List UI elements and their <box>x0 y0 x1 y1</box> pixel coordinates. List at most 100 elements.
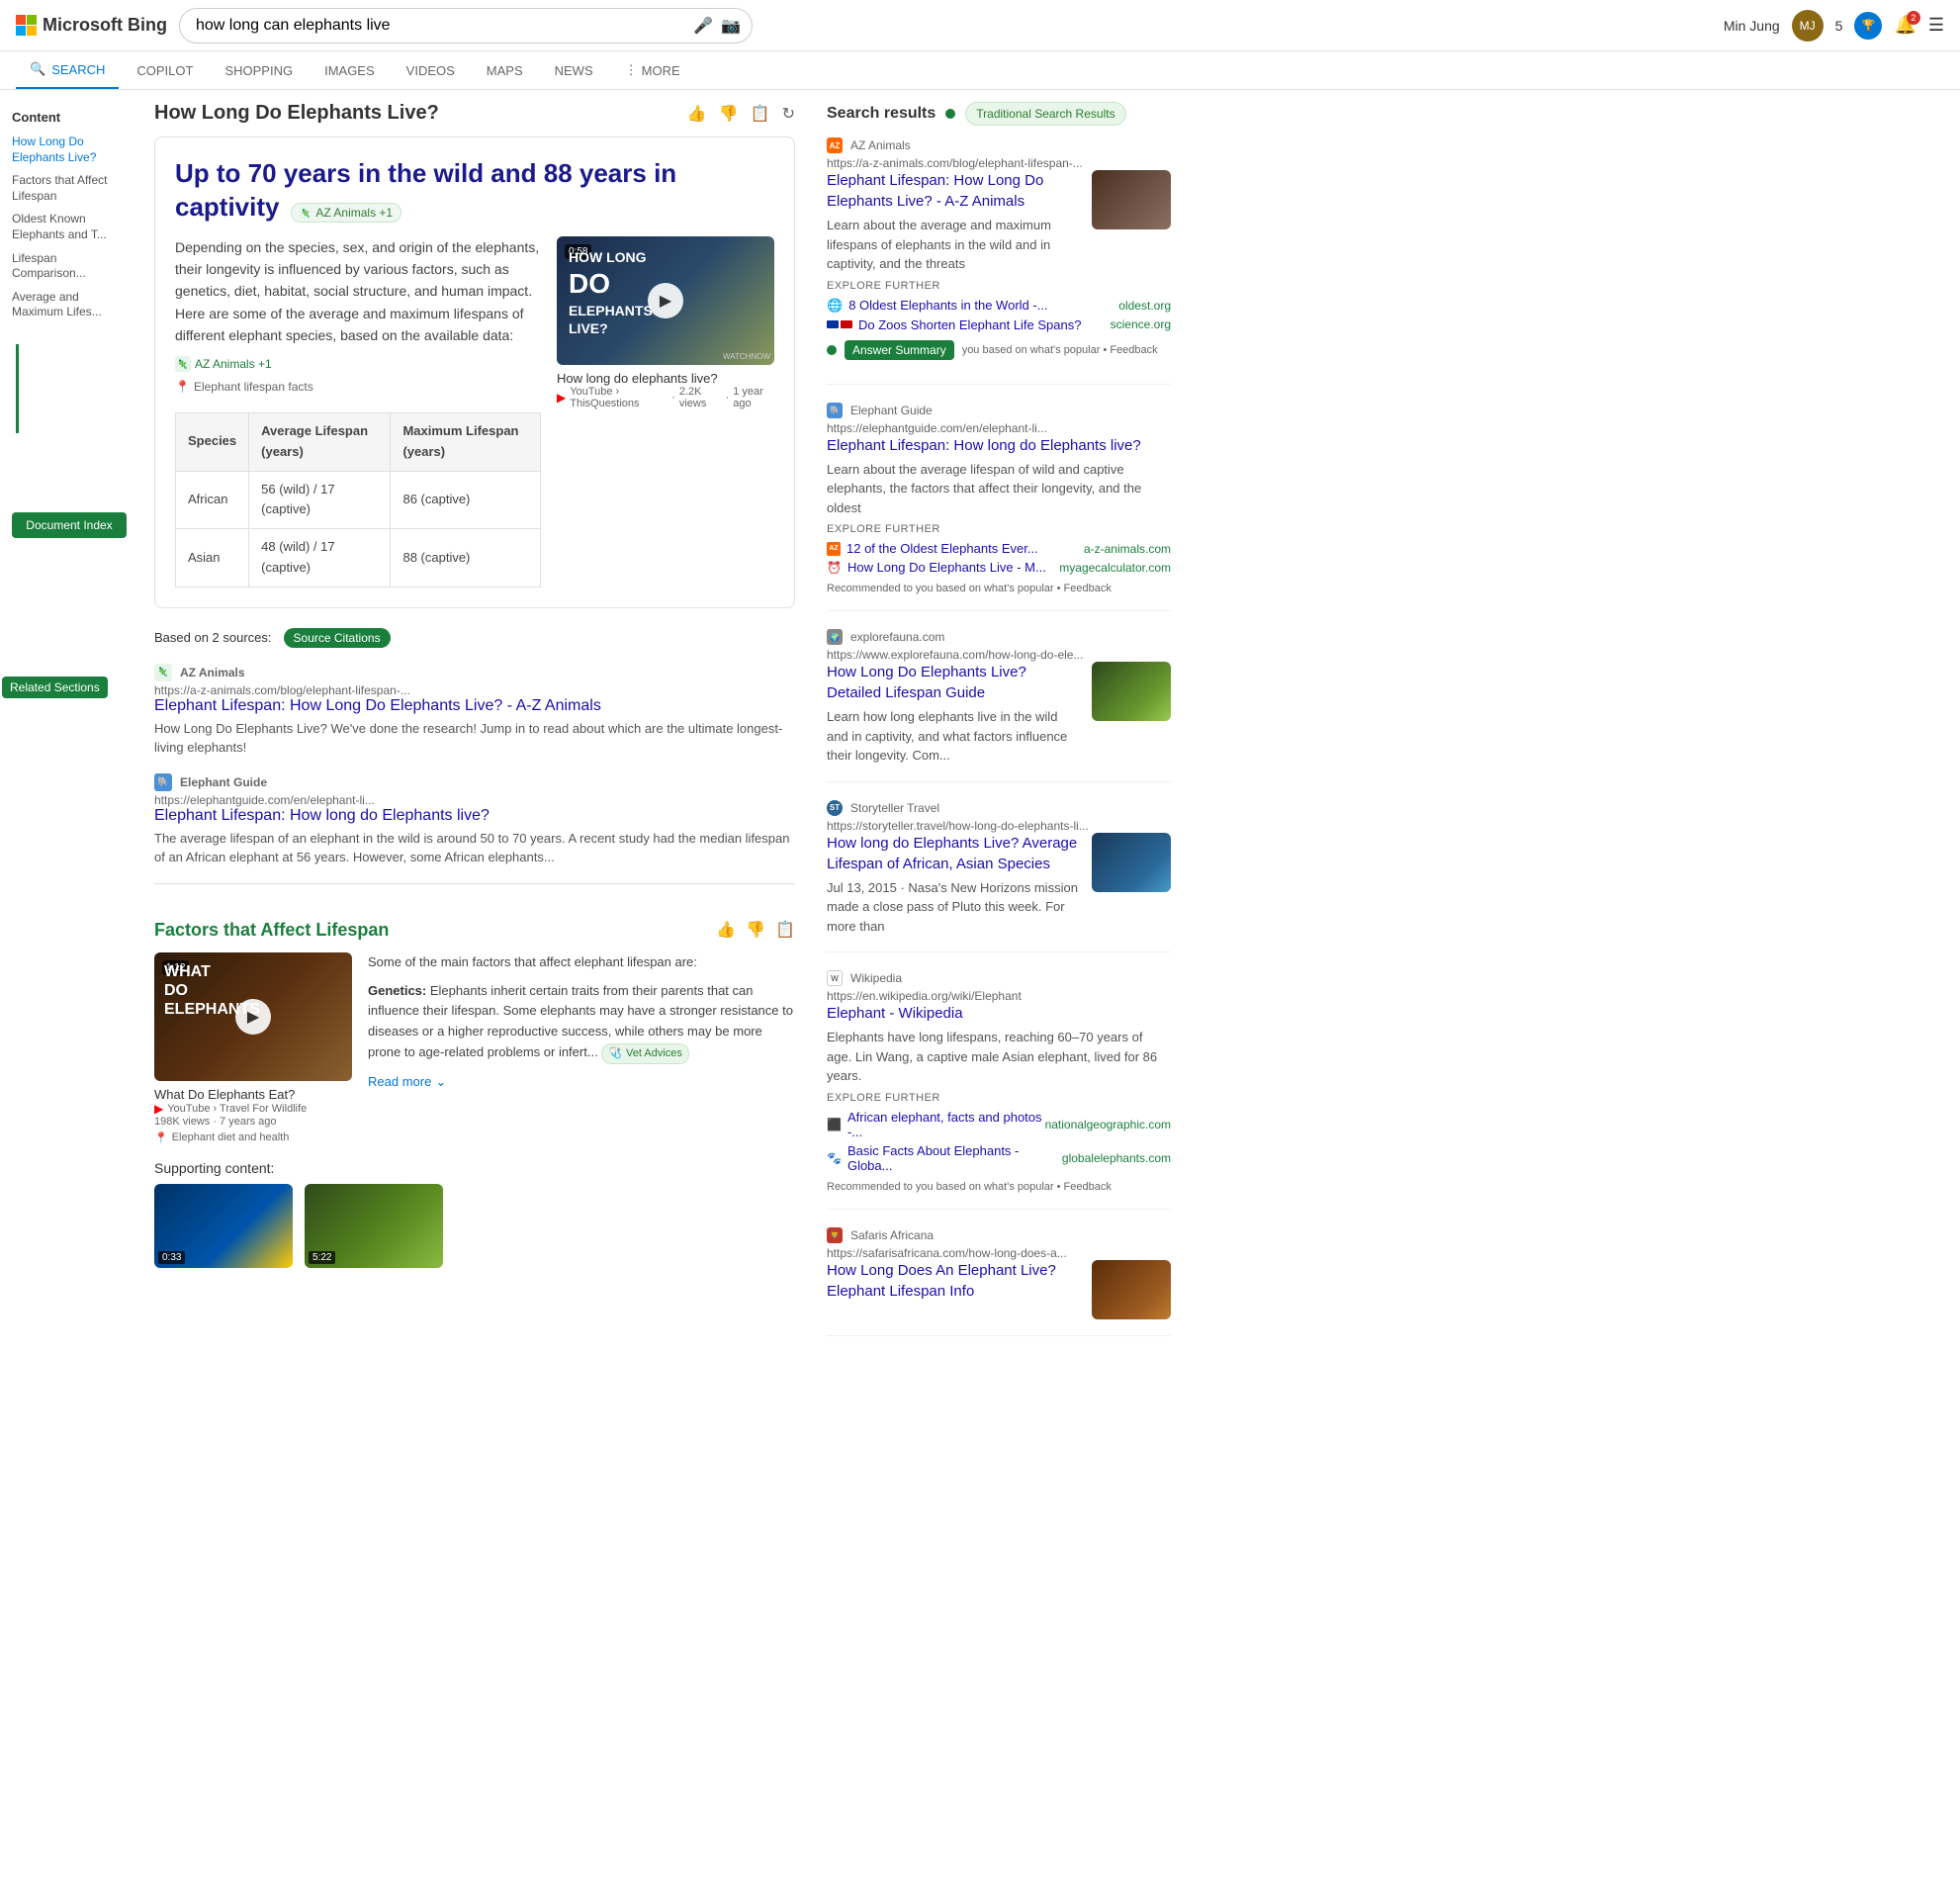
tab-more[interactable]: ⋮ MORE <box>611 51 694 89</box>
factors-content: 1:12 WHAT DO ELEPHANTS ▶ What Do Elephan… <box>154 952 795 1144</box>
explore-item-oldest: 🌐 8 Oldest Elephants in the World -... o… <box>827 298 1171 314</box>
result-title-st[interactable]: How long do Elephants Live? Average Life… <box>827 833 1080 874</box>
result-url-az: https://a-z-animals.com/blog/elephant-li… <box>827 156 1171 170</box>
table-row: African 56 (wild) / 17 (captive) 86 (cap… <box>176 471 541 529</box>
result-desc-ef: Learn how long elephants live in the wil… <box>827 707 1080 766</box>
result-row-sf: How Long Does An Elephant Live? Elephant… <box>827 1260 1171 1319</box>
eg-result-favicon: 🐘 <box>827 403 843 418</box>
factors-thumbsdown-button[interactable]: 👎 <box>746 920 765 940</box>
menu-button[interactable]: ☰ <box>1928 15 1944 36</box>
factors-actions: 👍 👎 📋 <box>716 920 795 940</box>
factors-thumbsup-button[interactable]: 👍 <box>716 920 736 940</box>
result-domain-sf: 🦁 Safaris Africana <box>827 1227 1171 1243</box>
microphone-icon[interactable]: 🎤 <box>693 16 713 36</box>
answer-source-badge[interactable]: 🦎 AZ Animals +1 <box>291 203 401 223</box>
explore-link-oldest-ever[interactable]: AZ 12 of the Oldest Elephants Ever... <box>827 541 1038 556</box>
thumbs-down-button[interactable]: 👎 <box>719 104 739 124</box>
thumbs-up-button[interactable]: 👍 <box>687 104 707 124</box>
factors-video: 1:12 WHAT DO ELEPHANTS ▶ What Do Elephan… <box>154 952 352 1144</box>
source-title-eg[interactable]: Elephant Lifespan: How long do Elephants… <box>154 807 795 825</box>
result-title-ef[interactable]: How Long Do Elephants Live? Detailed Lif… <box>827 662 1080 703</box>
explore-source-myage: myagecalculator.com <box>1059 561 1171 575</box>
answer-headline: Up to 70 years in the wild and 88 years … <box>175 157 774 225</box>
factors-video-text: WHAT DO ELEPHANTS <box>164 962 260 1020</box>
globe-icon: 🌐 <box>827 298 843 314</box>
answer-text: Depending on the species, sex, and origi… <box>175 236 541 588</box>
explore-link-natgeo[interactable]: ⬛ African elephant, facts and photos -..… <box>827 1110 1045 1139</box>
tab-maps[interactable]: MAPS <box>473 51 537 89</box>
wp-result-favicon: W <box>827 970 843 986</box>
toc-item-oldest[interactable]: Oldest Known Elephants and T... <box>12 212 127 242</box>
explore-source-oldest-ever: a-z-animals.com <box>1084 542 1171 556</box>
explore-source-zoos: science.org <box>1111 317 1171 331</box>
tab-news[interactable]: NEWS <box>541 51 607 89</box>
refresh-button[interactable]: ↻ <box>782 104 795 124</box>
tab-copilot[interactable]: COPILOT <box>123 51 207 89</box>
explore-link-oldest[interactable]: 🌐 8 Oldest Elephants in the World -... <box>827 298 1048 314</box>
document-index-button[interactable]: Document Index <box>12 512 127 538</box>
tsr-badge[interactable]: Traditional Search Results <box>965 102 1125 126</box>
explore-item-globalelephants: 🐾 Basic Facts About Elephants - Globa...… <box>827 1143 1171 1173</box>
toc-item-average-max[interactable]: Average and Maximum Lifes... <box>12 290 127 320</box>
support-video-duration-1: 0:33 <box>158 1251 185 1264</box>
result-title-wp[interactable]: Elephant - Wikipedia <box>827 1003 1171 1024</box>
rewards-icon[interactable]: 🏆 <box>1854 12 1882 40</box>
result-title-eg[interactable]: Elephant Lifespan: How long do Elephants… <box>827 435 1171 456</box>
tab-videos[interactable]: VIDEOS <box>393 51 469 89</box>
answer-source-link[interactable]: 🦎 AZ Animals +1 <box>175 355 541 374</box>
factors-copy-button[interactable]: 📋 <box>775 920 795 940</box>
tab-search[interactable]: 🔍 SEARCH <box>16 51 119 89</box>
toc-item-factors[interactable]: Factors that Affect Lifespan <box>12 173 127 204</box>
support-video-thumb-1[interactable]: 0:33 <box>154 1184 293 1268</box>
result-row-ef: How Long Do Elephants Live? Detailed Lif… <box>827 662 1171 766</box>
read-more-button[interactable]: Read more ⌄ <box>368 1072 795 1093</box>
source-domain-az: 🦎 AZ Animals <box>154 664 795 681</box>
notifications-button[interactable]: 🔔 2 <box>1894 15 1915 36</box>
result-desc-az: Learn about the average and maximum life… <box>827 216 1080 274</box>
search-nav-icon: 🔍 <box>30 61 45 77</box>
toc-item-lifespan-comparison[interactable]: Lifespan Comparison... <box>12 251 127 282</box>
result-elephant-guide: 🐘 Elephant Guide https://elephantguide.c… <box>827 403 1171 612</box>
az-favicon: 🦎 <box>154 664 172 681</box>
az-result-favicon: AZ <box>827 137 843 153</box>
header-right: Min Jung MJ 5 🏆 🔔 2 ☰ <box>1724 10 1944 42</box>
copy-button[interactable]: 📋 <box>751 104 770 124</box>
avatar[interactable]: MJ <box>1792 10 1824 42</box>
vet-badge[interactable]: 🩺 Vet Advices <box>601 1043 689 1065</box>
source-desc-az: How Long Do Elephants Live? We've done t… <box>154 719 795 758</box>
source-url-az: https://a-z-animals.com/blog/elephant-li… <box>154 683 795 697</box>
result-storyteller: ST Storyteller Travel https://storytelle… <box>827 800 1171 953</box>
camera-icon[interactable]: 📷 <box>721 16 741 36</box>
play-button[interactable]: ▶ <box>648 283 683 318</box>
factors-section: Factors that Affect Lifespan 👍 👎 📋 1:12 … <box>154 883 795 1268</box>
video-thumbnail-image[interactable]: 0:58 HOW LONG DO ELEPHANTS LIVE? ▶ WATCH… <box>557 236 774 365</box>
support-video-thumb-2[interactable]: 5:22 <box>305 1184 443 1268</box>
right-sidebar-title: Search results Traditional Search Result… <box>827 102 1171 126</box>
recommendation-wp: Recommended to you based on what's popul… <box>827 1181 1171 1193</box>
result-title-sf[interactable]: How Long Does An Elephant Live? Elephant… <box>827 1260 1080 1302</box>
supporting-title: Supporting content: <box>154 1160 795 1176</box>
table-header-maximum: Maximum Lifespan (years) <box>391 412 541 471</box>
explore-link-myage[interactable]: ⏰ How Long Do Elephants Live - M... <box>827 560 1046 575</box>
tab-images[interactable]: IMAGES <box>311 51 389 89</box>
result-az-animals: AZ AZ Animals https://a-z-animals.com/bl… <box>827 137 1171 385</box>
search-container: 🎤 📷 <box>179 8 753 44</box>
related-sections-label: Related Sections <box>2 677 108 698</box>
source-title-az[interactable]: Elephant Lifespan: How Long Do Elephants… <box>154 697 795 715</box>
toc-item-how-long[interactable]: How Long Do Elephants Live? <box>12 135 127 165</box>
sf-result-favicon: 🦁 <box>827 1227 843 1243</box>
explore-link-globalelephants[interactable]: 🐾 Basic Facts About Elephants - Globa... <box>827 1143 1062 1173</box>
supporting-videos: 0:33 5:22 <box>154 1184 795 1268</box>
lifespan-table: Species Average Lifespan (years) Maximum… <box>175 412 541 588</box>
video-meta: ▶ YouTube › ThisQuestions · 2.2K views ·… <box>557 386 774 409</box>
search-input[interactable] <box>179 8 753 44</box>
factors-video-thumbnail[interactable]: 1:12 WHAT DO ELEPHANTS ▶ <box>154 952 352 1081</box>
page-title-bar: How Long Do Elephants Live? 👍 👎 📋 ↻ <box>154 102 795 125</box>
source-citation-badge[interactable]: Source Citations <box>284 628 391 648</box>
factors-video-title: What Do Elephants Eat? <box>154 1087 352 1102</box>
tab-shopping[interactable]: SHOPPING <box>211 51 307 89</box>
explore-link-zoos[interactable]: Do Zoos Shorten Elephant Life Spans? <box>827 317 1081 332</box>
answer-summary-badge[interactable]: Answer Summary <box>845 340 954 360</box>
vet-icon: 🩺 <box>608 1045 622 1063</box>
result-title-az[interactable]: Elephant Lifespan: How Long Do Elephants… <box>827 170 1080 212</box>
